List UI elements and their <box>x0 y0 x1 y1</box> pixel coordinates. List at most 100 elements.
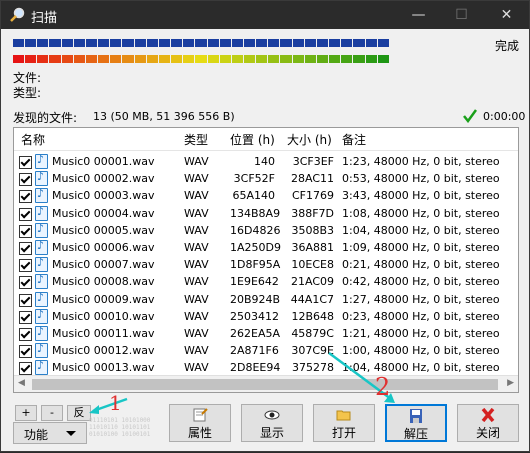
file-list[interactable]: 名称 类型 位置 (h) 大小 (h) 备注 Music0 00001.wav W… <box>13 127 519 393</box>
check-icon <box>463 109 477 123</box>
row-checkbox[interactable] <box>19 328 32 341</box>
row-checkbox[interactable] <box>19 190 32 204</box>
binary-decoration: 01110101 10101000 11010110 10101101 0101… <box>89 417 151 438</box>
cell-type: WAV <box>184 361 209 375</box>
progress-segment <box>73 39 85 47</box>
table-row[interactable]: Music0 00005.wav WAV 16D4826 3508B3 1:04, 48… <box>14 222 518 240</box>
progress-segment <box>292 39 304 47</box>
cell-note: 3:43, 48000 Hz, 0 bit, stereo <box>342 189 500 203</box>
progress-segment <box>280 39 292 47</box>
row-checkbox[interactable] <box>19 259 32 273</box>
cell-size: 36A881 <box>291 241 334 254</box>
cell-type: WAV <box>184 155 209 168</box>
row-checkbox[interactable] <box>19 345 32 359</box>
table-row[interactable]: Music0 00002.wav WAV 3CF52F 28AC11 0:53, 480… <box>14 170 518 188</box>
close-window-button[interactable]: ✕ <box>484 1 529 29</box>
cell-note: 1:04, 48000 Hz, 0 bit, stereo <box>342 361 500 375</box>
scroll-left-icon[interactable]: ◀ <box>18 378 25 388</box>
progress-segment <box>122 39 134 47</box>
progress-segment <box>85 39 98 47</box>
row-checkbox[interactable] <box>19 293 32 307</box>
cell-size: 21AC09 <box>290 275 334 289</box>
row-checkbox[interactable] <box>19 276 32 290</box>
col-header-position[interactable]: 位置 (h) <box>230 131 275 148</box>
magnifier-icon <box>10 7 25 22</box>
progress-segment <box>256 39 268 47</box>
scroll-right-icon[interactable]: ▶ <box>507 378 514 388</box>
table-row[interactable]: Music0 00011.wav WAV 262EA5A 45879C 1:21, 48… <box>14 325 518 343</box>
show-button[interactable]: 显示 <box>241 404 303 442</box>
minimize-button[interactable]: — <box>396 1 441 29</box>
properties-button[interactable]: 属性 <box>169 404 231 442</box>
progress-segment <box>98 39 110 47</box>
table-row[interactable]: Music0 00001.wav WAV 140 3CF3EF 1:23, 48000 … <box>14 153 518 171</box>
save-disk-icon <box>410 409 422 423</box>
progress-segment <box>158 55 171 63</box>
audio-file-icon <box>35 325 48 341</box>
cell-name: Music0 00006.wav <box>52 241 155 254</box>
extract-button[interactable]: 解压 <box>385 404 447 442</box>
progress-bar-color <box>13 55 389 63</box>
add-button[interactable]: + <box>15 405 37 421</box>
cell-position: 2503412 <box>230 309 279 323</box>
audio-file-icon <box>35 256 48 273</box>
col-header-name[interactable]: 名称 <box>21 131 45 148</box>
scrollbar-thumb[interactable] <box>32 379 498 390</box>
cell-size: 10ECE8 <box>291 258 334 272</box>
progress-segment <box>268 39 280 47</box>
table-row[interactable]: Music0 00008.wav WAV 1E9E642 21AC09 0:42, 48… <box>14 273 518 291</box>
progress-segment <box>341 55 353 63</box>
title-bar: 扫描 — ☐ ✕ <box>1 1 529 29</box>
row-checkbox[interactable] <box>19 362 32 376</box>
row-checkbox[interactable] <box>19 156 32 169</box>
row-checkbox[interactable] <box>19 310 32 324</box>
cell-type: WAV <box>184 292 209 306</box>
progress-segment <box>171 39 183 47</box>
cell-name: Music0 00002.wav <box>52 172 155 186</box>
table-row[interactable]: Music0 00012.wav WAV 2A871F6 307C9E 1:00, 48… <box>14 342 518 360</box>
open-button[interactable]: 打开 <box>313 404 375 442</box>
cell-name: Music0 00003.wav <box>52 189 155 203</box>
col-header-note[interactable]: 备注 <box>342 131 366 148</box>
cell-note: 1:21, 48000 Hz, 0 bit, stereo <box>342 327 500 340</box>
cell-name: Music0 00013.wav <box>52 361 155 375</box>
progress-segment <box>110 39 122 47</box>
cell-size: CF1769 <box>291 189 334 203</box>
table-row[interactable]: Music0 00007.wav WAV 1D8F95A 10ECE8 0:21, 48… <box>14 256 518 274</box>
function-dropdown[interactable]: 功能 <box>13 422 87 444</box>
cell-name: Music0 00005.wav <box>52 223 155 237</box>
progress-segment <box>85 55 98 63</box>
invert-selection-button[interactable]: 反 <box>67 405 91 421</box>
progress-segment <box>341 39 353 47</box>
maximize-button[interactable]: ☐ <box>439 1 484 29</box>
function-label: 功能 <box>24 428 49 442</box>
cell-name: Music0 00007.wav <box>52 258 155 272</box>
row-checkbox[interactable] <box>19 224 32 238</box>
progress-segment <box>195 39 207 47</box>
audio-file-icon <box>35 205 48 221</box>
row-checkbox[interactable] <box>19 242 32 255</box>
progress-segment <box>219 39 231 47</box>
progress-segment <box>158 39 171 47</box>
progress-segment <box>365 55 377 63</box>
table-row[interactable]: Music0 00010.wav WAV 2503412 12B648 0:23, 48… <box>14 308 518 326</box>
status-text: 完成 <box>495 39 520 53</box>
table-row[interactable]: Music0 00009.wav WAV 20B924B 44A1C7 1:27, 48… <box>14 291 518 309</box>
col-header-type[interactable]: 类型 <box>184 131 208 148</box>
horizontal-scrollbar[interactable]: ◀ ▶ <box>14 375 518 392</box>
col-header-size[interactable]: 大小 (h) <box>287 131 332 148</box>
cell-note: 1:27, 48000 Hz, 0 bit, stereo <box>342 292 500 306</box>
remove-button[interactable]: - <box>41 405 63 421</box>
cell-type: WAV <box>184 223 209 237</box>
audio-file-icon <box>35 342 48 359</box>
cell-size: 44A1C7 <box>290 292 334 306</box>
row-checkbox[interactable] <box>19 173 32 187</box>
table-row[interactable]: Music0 00003.wav WAV 65A140 CF1769 3:43, 480… <box>14 187 518 205</box>
close-button[interactable]: 关闭 <box>457 404 519 442</box>
table-row[interactable]: Music0 00004.wav WAV 134B8A9 388F7D 1:08, 48… <box>14 205 518 223</box>
close-x-icon <box>481 408 495 422</box>
cell-name: Music0 00004.wav <box>52 206 155 220</box>
row-checkbox[interactable] <box>19 207 32 221</box>
cell-position: 262EA5A <box>230 327 280 340</box>
table-row[interactable]: Music0 00006.wav WAV 1A250D9 36A881 1:09, 48… <box>14 239 518 257</box>
